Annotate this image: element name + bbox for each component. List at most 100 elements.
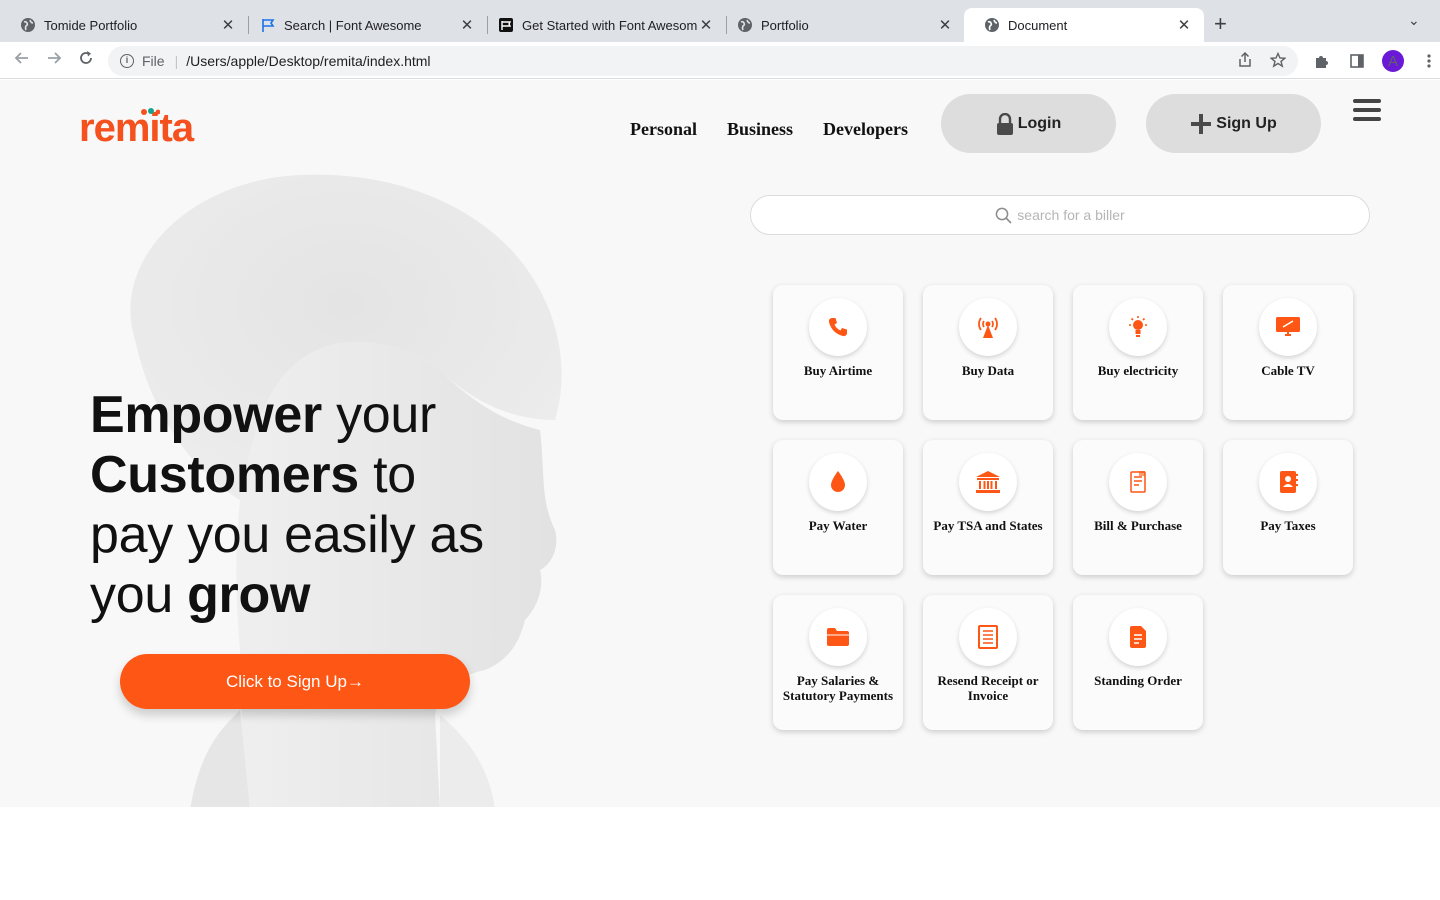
browser-tab[interactable]: Tomide Portfolio ✕	[0, 8, 248, 42]
close-tab-icon[interactable]: ✕	[937, 16, 953, 34]
file-lines-icon	[1109, 608, 1167, 666]
page-viewport: remita Personal Business Developers Logi…	[0, 80, 1440, 900]
kebab-menu-icon[interactable]	[1418, 50, 1440, 72]
list-document-icon	[959, 608, 1017, 666]
service-card-standing-order[interactable]: Standing Order	[1073, 595, 1203, 730]
site-info-icon[interactable]: i	[120, 54, 134, 68]
close-tab-icon[interactable]: ✕	[1176, 16, 1192, 34]
side-panel-icon[interactable]	[1346, 50, 1368, 72]
service-label: Buy electricity	[1097, 363, 1179, 378]
login-button[interactable]: Login	[941, 94, 1116, 153]
hamburger-menu-icon[interactable]	[1353, 99, 1381, 126]
headline-word: to	[358, 446, 416, 504]
service-label: Pay Salaries & Statutory Payments	[782, 673, 894, 703]
signup-button[interactable]: Sign Up	[1146, 94, 1321, 153]
service-label: Pay Water	[808, 518, 868, 533]
service-label: Buy Data	[961, 363, 1015, 378]
tab-title: Document	[1008, 17, 1068, 33]
lightbulb-icon	[1109, 298, 1167, 356]
remita-logo[interactable]: remita	[79, 106, 194, 151]
nav-personal[interactable]: Personal	[630, 119, 697, 140]
browser-tab[interactable]: Portfolio ✕	[717, 8, 965, 42]
tv-icon	[1259, 298, 1317, 356]
close-tab-icon[interactable]: ✕	[698, 16, 714, 34]
folder-icon	[809, 608, 867, 666]
browser-tab-active[interactable]: Document ✕	[964, 8, 1204, 42]
share-icon[interactable]	[1238, 51, 1252, 71]
signup-label: Sign Up	[1216, 114, 1277, 132]
new-tab-button[interactable]: +	[1214, 12, 1227, 36]
url-text: /Users/apple/Desktop/remita/index.html	[186, 53, 431, 69]
service-label: Buy Airtime	[803, 363, 873, 378]
flag-icon	[260, 17, 276, 33]
service-card-bill-purchase[interactable]: Bill & Purchase	[1073, 440, 1203, 575]
url-scheme: File	[142, 53, 165, 69]
headline-word: pay you easily as	[90, 506, 484, 564]
service-label: Pay Taxes	[1260, 518, 1316, 533]
tab-title: Tomide Portfolio	[44, 17, 138, 33]
main-nav: Personal Business Developers	[630, 119, 908, 140]
biller-search-input[interactable]: search for a biller	[750, 195, 1370, 235]
headline-word: grow	[187, 566, 311, 624]
extensions-puzzle-icon[interactable]	[1310, 50, 1332, 72]
bookmark-star-icon[interactable]	[1269, 51, 1287, 71]
service-label: Bill & Purchase	[1094, 518, 1182, 533]
close-tab-icon[interactable]: ✕	[220, 16, 236, 34]
headline-word: Empower	[90, 386, 322, 444]
service-label: Resend Receipt or Invoice	[937, 673, 1039, 703]
service-card-cable-tv[interactable]: Cable TV	[1223, 285, 1353, 420]
tab-title: Get Started with Font Awesome	[522, 17, 698, 33]
avatar-letter: A	[1382, 50, 1404, 72]
url-divider: |	[174, 53, 179, 69]
service-label: Cable TV	[1261, 363, 1315, 378]
lock-icon	[996, 112, 1014, 135]
hero-headline: Empower your Customers to pay you easily…	[90, 385, 530, 625]
service-label: Pay TSA and States	[933, 518, 1043, 533]
nav-business[interactable]: Business	[727, 119, 793, 140]
landmark-icon	[959, 453, 1017, 511]
address-bar[interactable]: i File | /Users/apple/Desktop/remita/ind…	[108, 46, 1298, 76]
broadcast-tower-icon	[959, 298, 1017, 356]
address-book-icon	[1259, 453, 1317, 511]
nav-developers[interactable]: Developers	[823, 119, 908, 140]
browser-tab[interactable]: Search | Font Awesome ✕	[240, 8, 487, 42]
login-label: Login	[1017, 114, 1062, 132]
service-card-pay-taxes[interactable]: Pay Taxes	[1223, 440, 1353, 575]
logo-wordmark: remita	[79, 106, 194, 150]
service-card-pay-water[interactable]: Pay Water	[773, 440, 903, 575]
service-card-buy-airtime[interactable]: Buy Airtime	[773, 285, 903, 420]
headline-word: you	[90, 566, 188, 624]
browser-tab-strip: Tomide Portfolio ✕ Search | Font Awesome…	[0, 0, 1440, 42]
globe-icon	[20, 17, 36, 33]
close-tab-icon[interactable]: ✕	[459, 16, 475, 34]
service-card-buy-data[interactable]: Buy Data	[923, 285, 1053, 420]
logo-dots-icon	[141, 108, 160, 115]
service-label: Standing Order	[1094, 673, 1182, 688]
service-card-resend-receipt[interactable]: Resend Receipt or Invoice	[923, 595, 1053, 730]
tab-title: Portfolio	[761, 17, 809, 33]
search-placeholder: search for a biller	[1017, 207, 1125, 223]
globe-icon	[737, 17, 753, 33]
headline-word: Customers	[90, 446, 359, 504]
forward-arrow-icon[interactable]	[42, 49, 66, 73]
water-drop-icon	[809, 453, 867, 511]
browser-tab[interactable]: Get Started with Font Awesome ✕	[478, 8, 726, 42]
service-card-buy-electricity[interactable]: Buy electricity	[1073, 285, 1203, 420]
phone-icon	[809, 298, 867, 356]
receipt-icon	[1109, 453, 1167, 511]
click-to-signup-button[interactable]: Click to Sign Up→	[120, 654, 470, 709]
tab-search-chevron-icon[interactable]: ⌄	[1408, 12, 1420, 29]
reload-icon[interactable]	[74, 49, 98, 73]
profile-avatar[interactable]: A	[1382, 50, 1404, 72]
service-card-pay-salaries[interactable]: Pay Salaries & Statutory Payments	[773, 595, 903, 730]
search-icon	[995, 207, 1012, 224]
globe-icon	[984, 17, 1000, 33]
plus-icon	[1190, 113, 1212, 135]
flag-square-icon	[498, 17, 514, 33]
hero-section: remita Personal Business Developers Logi…	[0, 80, 1440, 807]
tab-title: Search | Font Awesome	[284, 17, 422, 33]
browser-toolbar: i File | /Users/apple/Desktop/remita/ind…	[0, 42, 1440, 79]
headline-word: your	[321, 386, 437, 444]
service-card-pay-tsa[interactable]: Pay TSA and States	[923, 440, 1053, 575]
back-arrow-icon[interactable]	[10, 49, 34, 73]
